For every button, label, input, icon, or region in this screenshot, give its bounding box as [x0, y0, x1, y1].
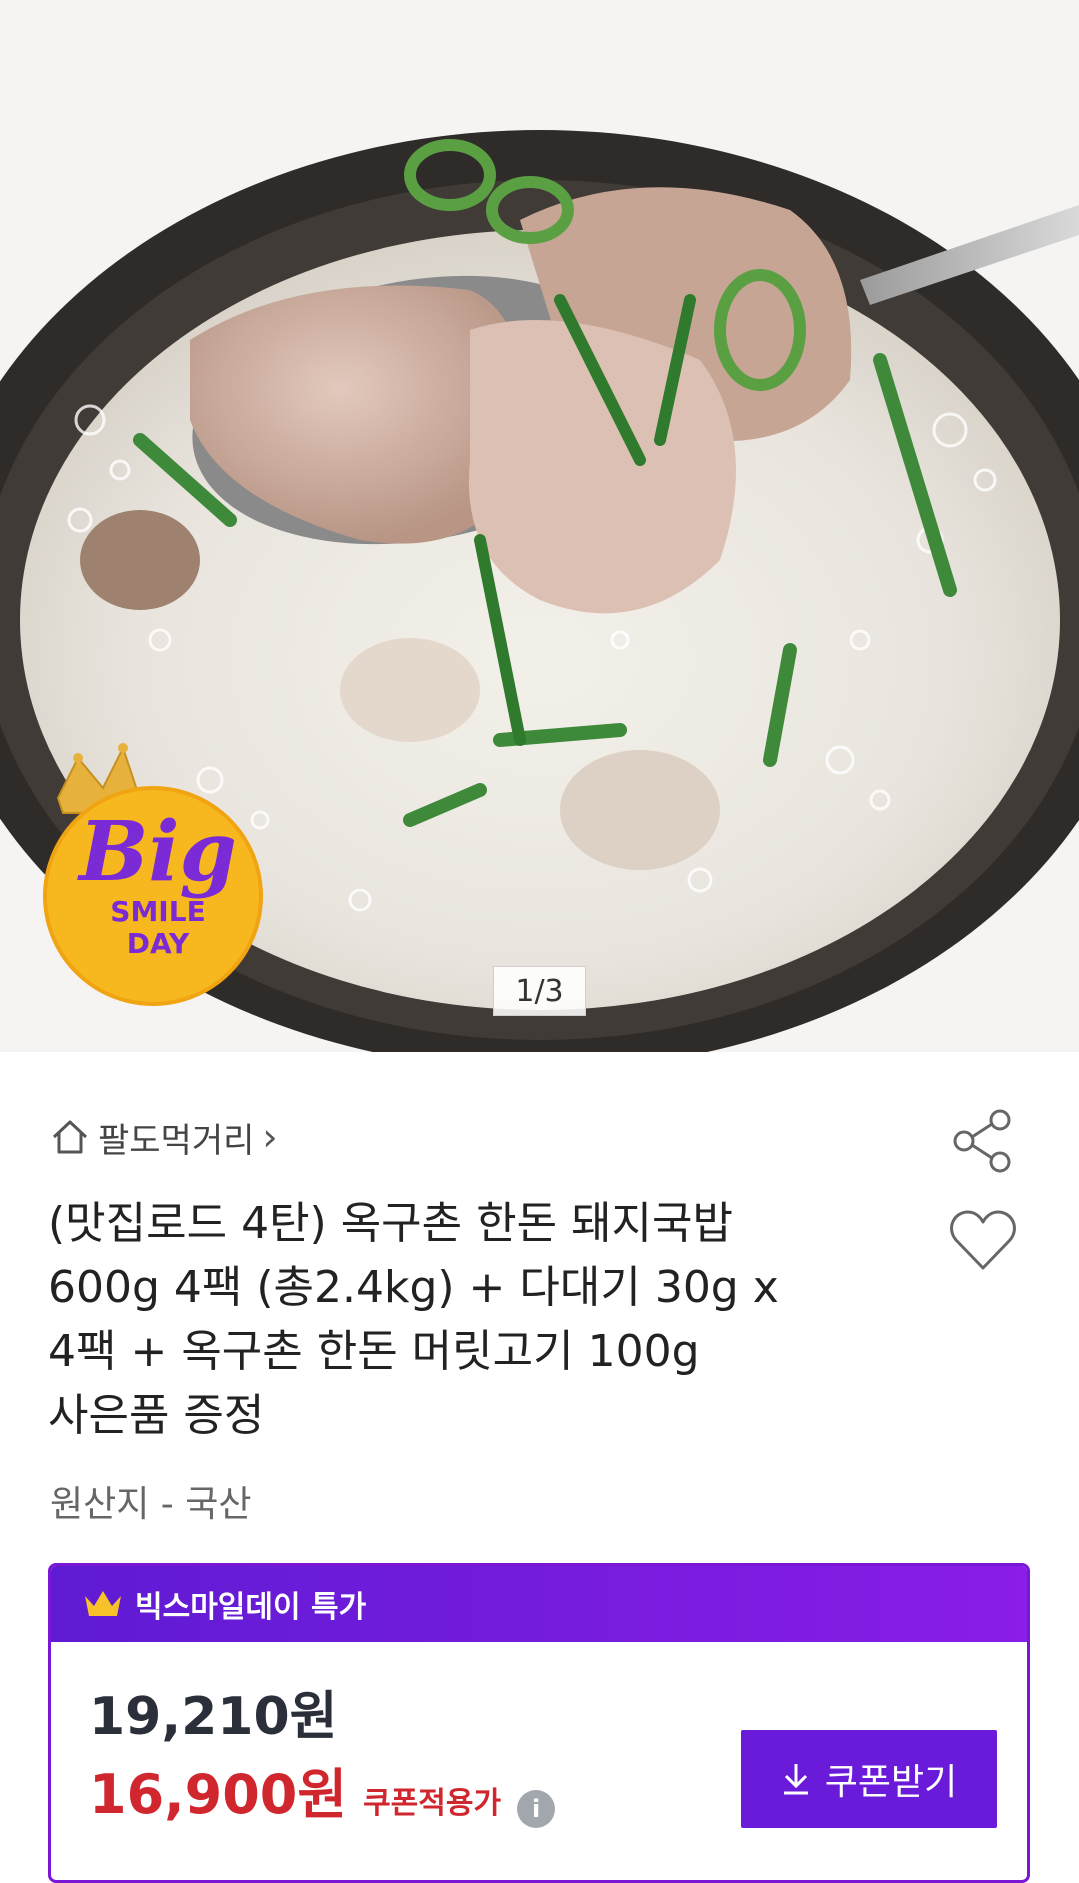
- heart-icon: [950, 1210, 1016, 1270]
- wishlist-button[interactable]: [948, 1208, 1018, 1274]
- title-line: 4팩 + 옥구촌 한돈 머릿고기 100g: [48, 1326, 700, 1377]
- share-button[interactable]: [948, 1106, 1018, 1176]
- big-smile-day-badge: Big SMILE DAY: [38, 738, 278, 1008]
- product-image-carousel[interactable]: Big SMILE DAY 1/3: [0, 0, 1079, 1052]
- original-price: 19,210원: [89, 1687, 338, 1747]
- sale-price: 16,900원: [89, 1763, 348, 1826]
- chevron-right-icon: ›: [262, 1115, 278, 1159]
- badge-smile-text: SMILE: [110, 895, 206, 928]
- get-coupon-button[interactable]: 쿠폰받기: [741, 1730, 997, 1828]
- title-line: 600g 4팩 (총2.4kg) + 다대기 30g x: [48, 1262, 779, 1313]
- share-icon: [953, 1109, 1011, 1173]
- product-title: (맛집로드 4탄) 옥구촌 한돈 돼지국밥 600g 4팩 (총2.4kg) +…: [48, 1192, 878, 1448]
- image-page-indicator: 1/3: [493, 966, 586, 1016]
- badge-day-text: DAY: [126, 927, 190, 960]
- title-line: 사은품 증정: [48, 1390, 265, 1441]
- store-link[interactable]: 팔도먹거리 ›: [50, 1112, 278, 1162]
- deal-header-text: 빅스마일데이 특가: [135, 1590, 367, 1625]
- home-icon: [52, 1120, 88, 1154]
- store-name: 팔도먹거리: [98, 1120, 255, 1161]
- deal-header: 빅스마일데이 특가: [51, 1566, 1027, 1642]
- origin-info: 원산지 - 국산: [50, 1484, 252, 1525]
- coupon-price-label: 쿠폰적용가: [363, 1786, 502, 1821]
- title-line: (맛집로드 4탄) 옥구촌 한돈 돼지국밥: [48, 1198, 733, 1249]
- info-icon[interactable]: i: [517, 1790, 556, 1828]
- crown-icon: [85, 1591, 121, 1616]
- download-icon: [783, 1764, 808, 1795]
- get-coupon-label: 쿠폰받기: [824, 1762, 958, 1803]
- deal-box: 빅스마일데이 특가 19,210원 16,900원 쿠폰적용가 i 쿠폰받기: [48, 1563, 1030, 1883]
- badge-big-text: Big: [79, 804, 237, 900]
- sale-price-row: 16,900원 쿠폰적용가 i: [89, 1750, 556, 1829]
